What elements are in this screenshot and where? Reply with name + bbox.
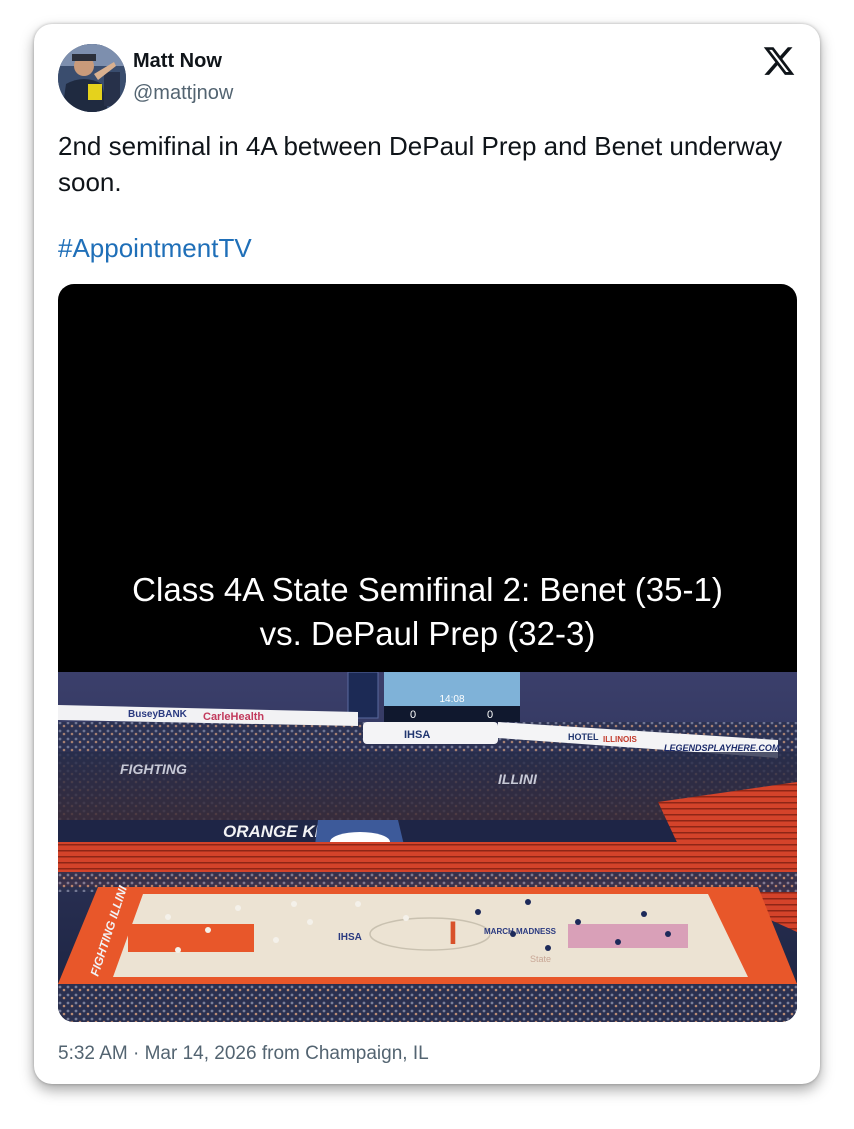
sign-illini: ILLINI — [498, 771, 538, 787]
x-logo-icon[interactable] — [762, 44, 796, 78]
scoreboard-clock: 14:08 — [439, 694, 464, 705]
avatar[interactable] — [58, 44, 126, 112]
court-state: State — [530, 954, 551, 964]
sign-legends: LEGENDSPLAYHERE.COM — [664, 743, 780, 753]
caption-line-1: Class 4A State Semifinal 2: Benet (35-1) — [132, 571, 723, 608]
court-march-madness: MARCH MADNESS — [484, 927, 557, 936]
video-caption: Class 4A State Semifinal 2: Benet (35-1)… — [58, 568, 797, 656]
sign-hotel: HOTEL — [568, 732, 599, 742]
tweet-text: 2nd semifinal in 4A between DePaul Prep … — [58, 131, 783, 197]
sign-busey: BuseyBANK — [128, 709, 188, 720]
svg-text:I: I — [449, 915, 458, 951]
avatar-photo — [58, 44, 126, 112]
media-video[interactable]: Class 4A State Semifinal 2: Benet (35-1)… — [58, 284, 797, 1022]
user-handle[interactable]: @mattjnow — [133, 82, 233, 105]
tweet-timestamp[interactable]: 5:32 AM · Mar 14, 2026 from Champaign, I… — [58, 1043, 429, 1065]
sign-illinois: ILLINOIS — [603, 735, 637, 744]
sign-fighting: FIGHTING — [120, 761, 187, 777]
user-name[interactable]: Matt Now — [133, 50, 222, 73]
tweet-card: Matt Now @mattjnow 2nd semifinal in 4A b… — [34, 24, 820, 1084]
scoreboard-away: 0 — [487, 709, 493, 721]
arena-photo: 14:08 0 0 BuseyBANK CarleHealth IHSA HOT… — [58, 672, 797, 1022]
court-ihsa: IHSA — [338, 932, 362, 943]
hashtag-link[interactable]: #AppointmentTV — [58, 230, 252, 266]
scoreboard-home: 0 — [410, 709, 416, 721]
caption-line-2: vs. DePaul Prep (32-3) — [259, 615, 596, 652]
sign-carle: CarleHealth — [203, 711, 264, 723]
sign-ihsa: IHSA — [404, 729, 430, 741]
